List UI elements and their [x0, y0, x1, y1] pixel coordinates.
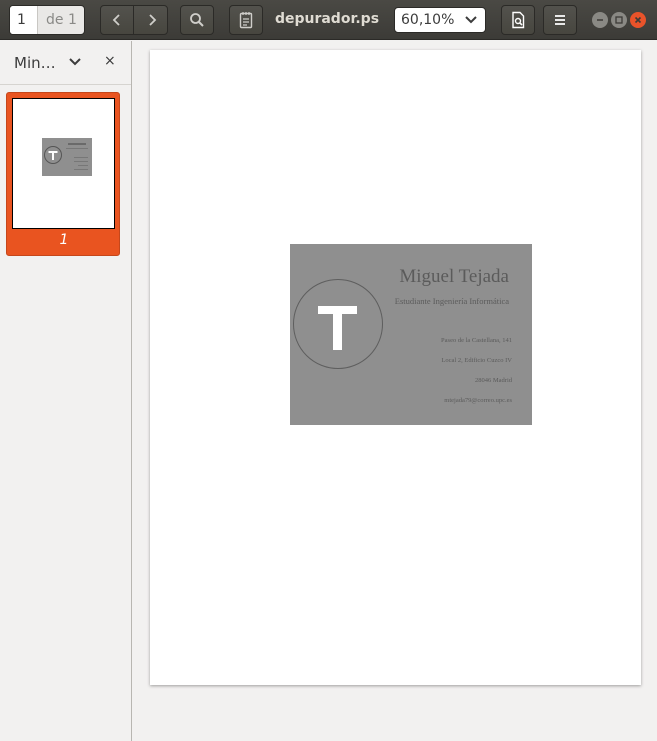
close-window-button[interactable] [630, 12, 646, 28]
minimize-icon [597, 19, 603, 21]
document-search-icon [512, 11, 525, 29]
header-bar: 1 de 1 depurador.ps 60,10% [0, 0, 657, 40]
thumbnail-page-preview [12, 98, 115, 229]
document-page: Miguel Tejada Estudiante Ingeniería Info… [150, 50, 641, 685]
sidebar-mode-label[interactable]: Min… [14, 54, 56, 72]
card-address-line3: 28046 Madrid [474, 377, 512, 384]
sidebar-header: Min… × [0, 41, 131, 85]
thumbnail-page-number: 1 [59, 232, 69, 248]
next-page-button[interactable] [135, 6, 168, 34]
menu-icon [555, 15, 565, 25]
card-email: mtejada79@correo.upc.es [444, 397, 512, 404]
page-total-label: de 1 [46, 12, 77, 28]
thumbnail-text-lines [66, 143, 88, 170]
sidebar: Min… × 1 [0, 41, 132, 741]
business-card: Miguel Tejada Estudiante Ingeniería Info… [290, 244, 532, 425]
minimize-window-button[interactable] [592, 12, 608, 28]
previous-page-button[interactable] [101, 6, 134, 34]
zoom-value: 60,10% [401, 12, 455, 28]
notepad-icon [239, 12, 253, 29]
card-name: Miguel Tejada [399, 266, 509, 287]
logo-t-icon [318, 306, 357, 350]
page-number-input[interactable]: 1 [10, 6, 38, 34]
card-address-line2: Local 2, Edificio Cuzco IV [441, 357, 512, 364]
chevron-down-icon[interactable] [68, 56, 82, 68]
page-thumbnail[interactable]: 1 [6, 92, 120, 256]
page-selector[interactable]: 1 de 1 [9, 5, 85, 35]
card-address-line1: Paseo de la Castellana, 141 [441, 337, 512, 344]
logo-circle [293, 279, 383, 369]
chevron-left-icon [112, 14, 120, 26]
maximize-window-button[interactable] [611, 12, 627, 28]
zoom-select[interactable]: 60,10% [394, 7, 486, 33]
page-navigation [100, 5, 168, 35]
close-icon [634, 16, 642, 24]
main-menu-button[interactable] [543, 5, 577, 35]
search-button[interactable] [180, 5, 214, 35]
chevron-right-icon [148, 14, 156, 26]
thumbnail-logo [44, 146, 62, 164]
document-title: depurador.ps [274, 11, 380, 27]
maximize-icon [615, 16, 623, 24]
chevron-down-icon [465, 16, 477, 24]
card-subtitle: Estudiante Ingeniería Informática [394, 296, 509, 306]
annotations-button[interactable] [229, 5, 263, 35]
search-icon [190, 13, 204, 27]
document-properties-button[interactable] [501, 5, 535, 35]
sidebar-close-button[interactable]: × [104, 53, 116, 69]
thumbnail-card-preview [42, 138, 92, 176]
